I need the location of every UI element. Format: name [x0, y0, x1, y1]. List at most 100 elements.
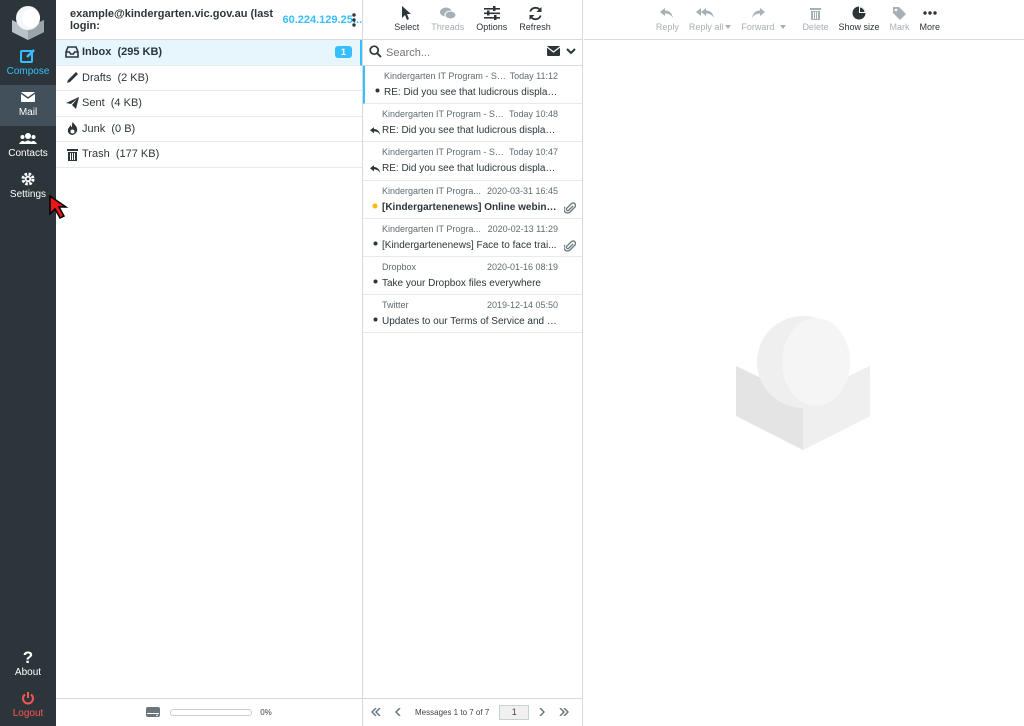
quota-percent: 0%	[260, 708, 272, 717]
refresh-button[interactable]: Refresh	[515, 4, 555, 39]
users-icon	[0, 130, 56, 148]
page-number-input[interactable]: 1	[499, 705, 530, 720]
nav-mail[interactable]: Mail	[0, 85, 56, 126]
tag-icon	[892, 4, 906, 22]
read-dot-icon[interactable]	[369, 317, 381, 322]
message-subject: RE: Did you see that ludicrous display l…	[382, 125, 560, 137]
read-dot-icon[interactable]	[369, 241, 381, 246]
read-dot-icon[interactable]	[371, 88, 383, 93]
folder-size: (4 KB)	[110, 97, 142, 110]
reply-button[interactable]: Reply	[652, 4, 683, 39]
fire-icon	[62, 122, 82, 136]
envelope-icon[interactable]	[546, 46, 561, 59]
message-date: Today 11:12	[509, 71, 558, 81]
threads-label: Threads	[431, 22, 465, 32]
reply-all-icon	[696, 4, 716, 22]
power-icon	[0, 690, 56, 708]
folder-inbox[interactable]: Inbox (295 KB) 1	[56, 40, 362, 66]
search-icon	[369, 44, 382, 61]
nav-about[interactable]: ? About	[0, 645, 56, 686]
hard-drive-icon	[146, 706, 161, 719]
options-label: Options	[476, 22, 508, 32]
message-row[interactable]: Kindergarten IT Progra... 2020-02-13 11:2…	[363, 219, 582, 257]
sliders-icon	[483, 4, 500, 22]
message-row[interactable]: Dropbox 2020-01-16 08:19 Take your Dropbox…	[363, 257, 582, 296]
first-page-icon[interactable]	[370, 706, 381, 718]
message-rows: Kindergarten IT Program - Su... Today 11:…	[363, 66, 582, 334]
pie-chart-icon	[852, 4, 866, 22]
forward-button[interactable]: Forward	[737, 4, 778, 39]
message-from: Kindergarten IT Program - Su...	[384, 71, 506, 81]
watermark-logo	[736, 316, 870, 453]
delete-button[interactable]: Delete	[798, 4, 832, 39]
paperclip-icon	[563, 239, 577, 254]
account-menu-icon[interactable]	[352, 13, 356, 30]
show-size-button[interactable]: Show size	[834, 4, 883, 39]
options-button[interactable]: Options	[472, 4, 511, 39]
reply-icon	[660, 4, 674, 22]
replied-icon	[369, 164, 381, 174]
reply-all-label: Reply all	[688, 22, 724, 32]
reply-all-dropdown-icon[interactable]	[725, 18, 732, 39]
message-subject: RE: Did you see that ludicrous display l…	[384, 87, 562, 98]
select-button[interactable]: Select	[390, 4, 423, 39]
search-input[interactable]	[386, 46, 526, 59]
reply-all-button[interactable]: Reply all	[685, 4, 728, 39]
message-date: 2020-03-31 16:45	[486, 185, 558, 196]
more-button[interactable]: More	[915, 4, 944, 39]
trash-icon	[809, 4, 821, 22]
folder-name: Trash	[82, 148, 110, 161]
account-header: example@kindergarten.vic.gov.au (last lo…	[56, 0, 362, 40]
nav-logout[interactable]: Logout	[0, 686, 56, 726]
account-label: example@kindergarten.vic.gov.au (last lo…	[70, 7, 274, 32]
message-from: Kindergarten IT Program - Su...	[382, 147, 504, 158]
threads-button[interactable]: Threads	[427, 4, 468, 39]
message-row[interactable]: Kindergarten IT Progra... 2020-03-31 16:4…	[363, 181, 582, 219]
message-subject: Take your Dropbox files everywhere	[382, 277, 541, 289]
folder-trash[interactable]: Trash (177 KB)	[56, 142, 362, 168]
gear-icon	[0, 171, 56, 189]
show-size-label: Show size	[838, 22, 880, 32]
folder-pane: example@kindergarten.vic.gov.au (last lo…	[56, 0, 363, 726]
nav-contacts[interactable]: Contacts	[0, 126, 56, 167]
app-logo[interactable]	[8, 4, 48, 40]
last-page-icon[interactable]	[559, 706, 570, 718]
replied-icon	[369, 126, 381, 136]
message-toolbar: Reply Reply all Forward Delete Show size…	[584, 0, 1024, 40]
message-row[interactable]: Twitter 2019-12-14 05:50 Updates to our Te…	[363, 295, 582, 334]
folder-size: (2 KB)	[117, 71, 149, 84]
nav-compose[interactable]: Compose	[0, 44, 56, 85]
read-dot-icon[interactable]	[369, 279, 381, 284]
message-from: Twitter	[382, 300, 409, 311]
message-row[interactable]: Kindergarten IT Program - Su... Today 10:…	[363, 104, 582, 143]
chevron-down-icon[interactable]	[566, 46, 576, 59]
folder-name: Drafts	[82, 71, 112, 84]
trash-icon	[62, 148, 82, 161]
message-row[interactable]: Kindergarten IT Program - Su... Today 10:…	[363, 142, 582, 181]
paperclip-icon	[563, 201, 577, 216]
mark-button[interactable]: Mark	[885, 4, 913, 39]
nav-contacts-label: Contacts	[8, 148, 48, 159]
refresh-icon	[528, 4, 543, 22]
forward-dropdown-icon[interactable]	[780, 18, 787, 39]
pencil-icon	[62, 71, 82, 84]
folder-name: Sent	[82, 97, 105, 110]
unread-count-badge: 1	[334, 46, 352, 58]
unread-dot-icon[interactable]	[369, 203, 381, 209]
nav-logout-label: Logout	[12, 708, 44, 719]
folder-junk[interactable]: Junk (0 B)	[56, 117, 362, 142]
folder-sent[interactable]: Sent (4 KB)	[56, 91, 362, 117]
message-row[interactable]: Kindergarten IT Program - Su... Today 11:…	[363, 66, 582, 105]
delete-label: Delete	[802, 22, 829, 32]
folder-drafts[interactable]: Drafts (2 KB)	[56, 66, 362, 91]
message-subject: [Kindergartenenews] Face to face trai...	[382, 239, 557, 251]
folder-name: Junk	[82, 122, 106, 135]
comments-icon	[439, 4, 456, 22]
next-page-icon[interactable]	[539, 706, 546, 718]
nav-compose-label: Compose	[6, 66, 50, 77]
forward-icon	[751, 4, 765, 22]
last-login-ip: 60.224.129.25...	[282, 13, 362, 26]
message-date: 2019-12-14 05:50	[486, 300, 558, 311]
message-subject: RE: Did you see that ludicrous display l…	[382, 163, 560, 175]
prev-page-icon[interactable]	[394, 706, 401, 718]
